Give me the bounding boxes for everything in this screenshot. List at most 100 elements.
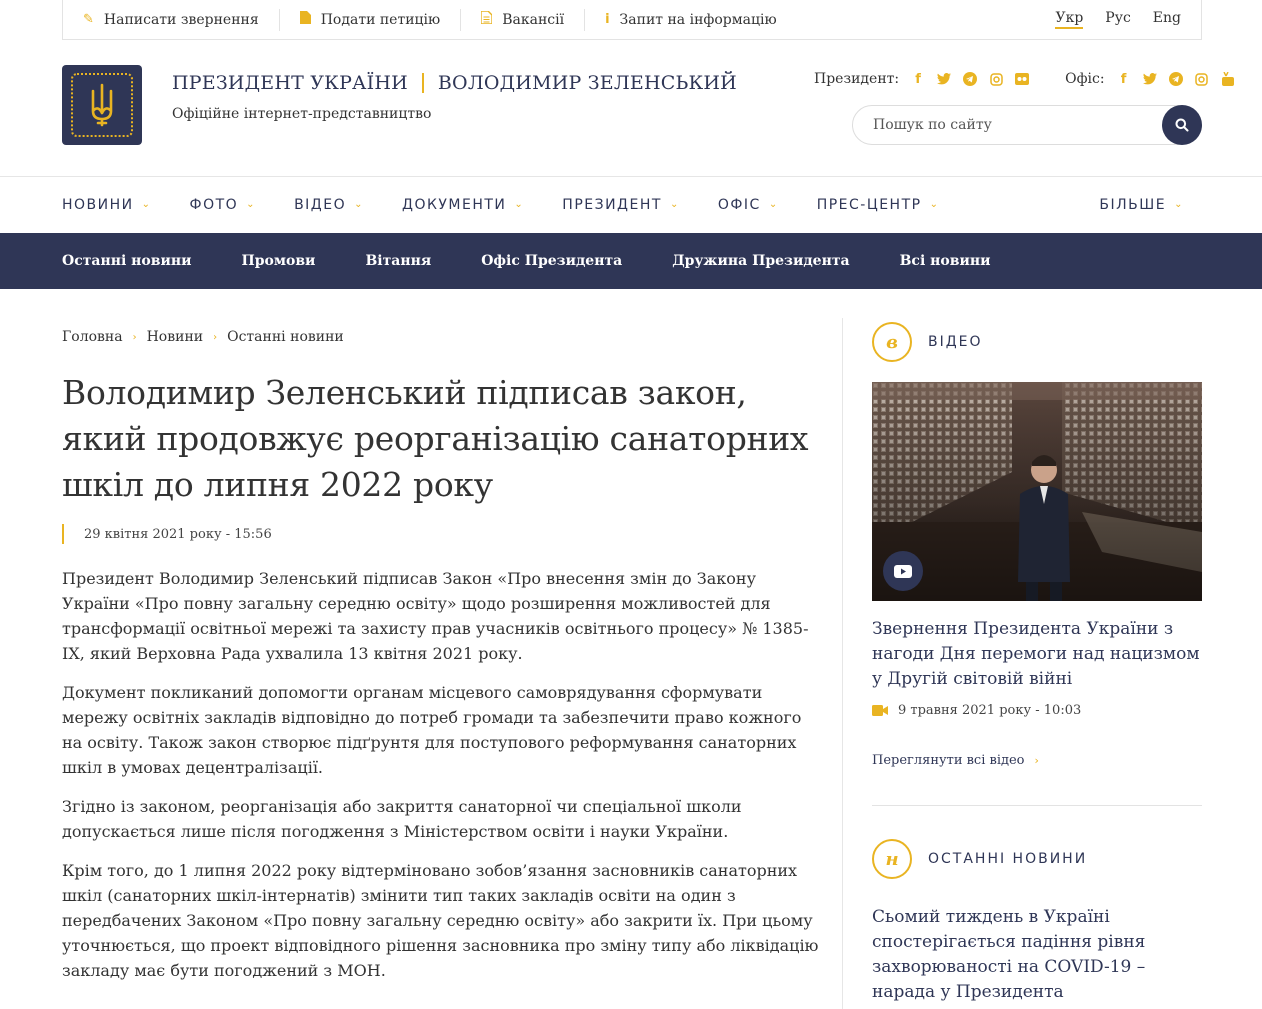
chevron-down-icon: ⌄ [669,199,680,210]
nav-office-label: ОФІС [717,196,761,213]
lang-eng[interactable]: Eng [1153,10,1181,29]
nav-more[interactable]: БІЛЬШЕ ⌄ [1099,197,1184,213]
flickr-icon[interactable] [1013,70,1031,88]
language-switcher: Укр Рус Eng [1055,10,1181,29]
video-camera-icon [872,705,888,716]
chevron-down-icon: ⌄ [514,199,525,210]
subnav-latest-news[interactable]: Останні новини [62,253,191,269]
subnav-presidents-office[interactable]: Офіс Президента [481,253,622,269]
chevron-down-icon: ⌄ [1174,199,1184,210]
social-links: Президент: f Офіс: f [814,70,1241,88]
article-paragraph: Документ покликаний допомогти органам мі… [62,683,802,777]
nav-president-label: ПРЕЗИДЕНТ [562,196,662,213]
sidebar-separator [872,805,1202,806]
video-badge: в [872,322,912,362]
nav-press-center[interactable]: ПРЕС-ЦЕНТР ⌄ [817,197,940,213]
chevron-down-icon: ⌄ [354,199,364,210]
subnav-speeches[interactable]: Промови [241,253,315,269]
sub-nav: Останні новини Промови Вітання Офіс През… [0,233,1262,289]
breadcrumb-home[interactable]: Головна [62,329,123,345]
search-button[interactable] [1162,105,1202,145]
subnav-all-news[interactable]: Всі новини [900,253,991,269]
title-separator [421,73,424,93]
nav-president[interactable]: ПРЕЗИДЕНТ ⌄ [562,197,680,213]
article-date: 29 квітня 2021 року - 15:56 [62,524,272,544]
nav-documents[interactable]: ДОКУМЕНТИ ⌄ [402,197,524,213]
instagram-icon[interactable] [987,70,1005,88]
telegram-icon[interactable] [1167,70,1185,88]
title-name: ВОЛОДИМИР ЗЕЛЕНСЬКИЙ [437,72,737,94]
vacancies-link[interactable]: Вакансії [461,8,586,31]
nav-documents-label: ДОКУМЕНТИ [402,196,507,213]
chevron-right-icon: › [1034,754,1039,767]
nav-video[interactable]: ВІДЕО ⌄ [294,197,364,213]
write-appeal-link[interactable]: ✎ Написати звернення [63,8,280,31]
view-all-videos-label: Переглянути всі відео [872,753,1025,768]
chevron-right-icon: › [213,331,218,343]
subnav-first-lady[interactable]: Дружина Президента [672,253,849,269]
utility-bar: ✎ Написати звернення Подати петицію Вака… [62,0,1202,40]
office-social-label: Офіс: [1065,71,1105,87]
nav-video-label: ВІДЕО [294,196,347,213]
subnav-greetings[interactable]: Вітання [365,253,431,269]
chevron-down-icon: ⌄ [141,199,152,210]
lang-rus[interactable]: Рус [1105,10,1131,29]
write-appeal-label: Написати звернення [103,11,259,28]
video-date-row: 9 травня 2021 року - 10:03 [872,703,1081,718]
twitter-icon[interactable] [1141,70,1159,88]
video-play-button[interactable] [883,551,923,591]
telegram-icon[interactable] [961,70,979,88]
breadcrumb-latest-news[interactable]: Останні новини [227,329,344,345]
nav-photo[interactable]: ФОТО ⌄ [190,197,257,213]
search-box [852,105,1202,145]
page-title: Володимир Зеленський підписав закон, яки… [62,373,809,504]
chevron-right-icon: › [132,331,137,343]
twitter-icon[interactable] [935,70,953,88]
main-nav: НОВИНИ ⌄ ФОТО ⌄ ВІДЕО ⌄ ДОКУМЕНТИ ⌄ ПРЕЗИДЕН… [62,176,1202,233]
nav-news[interactable]: НОВИНИ ⌄ [62,197,152,213]
nav-press-center-label: ПРЕС-ЦЕНТР [816,196,922,213]
youtube-play-icon [894,564,912,578]
nav-more-label: БІЛЬШЕ [1099,196,1167,213]
chevron-down-icon: ⌄ [929,199,940,210]
trident-emblem [71,73,133,137]
vacancies-label: Вакансії [502,11,565,28]
submit-petition-link[interactable]: Подати петицію [280,8,462,31]
breadcrumb-news[interactable]: Новини [147,329,204,345]
latest-news-item[interactable]: Сьомий тиждень в Україні спостерігається… [872,905,1207,1005]
info-request-label: Запит на інформацію [619,11,777,28]
title-president: ПРЕЗИДЕНТ УКРАЇНИ [172,72,408,94]
nav-news-label: НОВИНИ [62,196,134,213]
nav-photo-label: ФОТО [189,196,239,213]
news-section-header: н ОСТАННІ НОВИНИ [872,839,1087,879]
facebook-icon[interactable]: f [1115,70,1133,88]
site-subtitle: Офіційне інтернет-представництво [172,106,432,122]
lang-ukr[interactable]: Укр [1055,10,1084,29]
nav-office[interactable]: ОФІС ⌄ [718,197,779,213]
video-date: 9 травня 2021 року - 10:03 [898,703,1082,718]
sidebar-divider [842,318,843,1009]
chevron-down-icon: ⌄ [246,199,257,210]
breadcrumb: Головна › Новини › Останні новини [62,329,344,345]
submit-petition-label: Подати петицію [320,11,441,28]
view-all-videos-link[interactable]: Переглянути всі відео › [872,753,1039,768]
info-icon: i [605,12,610,27]
site-logo[interactable] [62,65,142,145]
search-input[interactable] [853,117,1153,133]
chevron-down-icon: ⌄ [768,199,779,210]
list-icon [480,10,493,28]
pencil-icon: ✎ [83,12,94,27]
facebook-icon[interactable]: f [909,70,927,88]
video-title[interactable]: Звернення Президента України з нагоди Дн… [872,617,1212,692]
instagram-icon[interactable] [1193,70,1211,88]
site-title[interactable]: ПРЕЗИДЕНТ УКРАЇНИ ВОЛОДИМИР ЗЕЛЕНСЬКИЙ [172,72,737,94]
video-section-header: в ВІДЕО [872,322,983,362]
info-request-link[interactable]: i Запит на інформацію [585,9,797,31]
article-paragraph: Згідно із законом, реорганізація або зак… [62,797,742,841]
youtube-icon[interactable] [1219,70,1237,88]
document-icon [299,11,311,28]
article-paragraph: Президент Володимир Зеленський підписав … [62,569,809,663]
video-thumbnail[interactable] [872,382,1202,601]
news-badge: н [872,839,912,879]
news-heading: ОСТАННІ НОВИНИ [928,851,1088,867]
